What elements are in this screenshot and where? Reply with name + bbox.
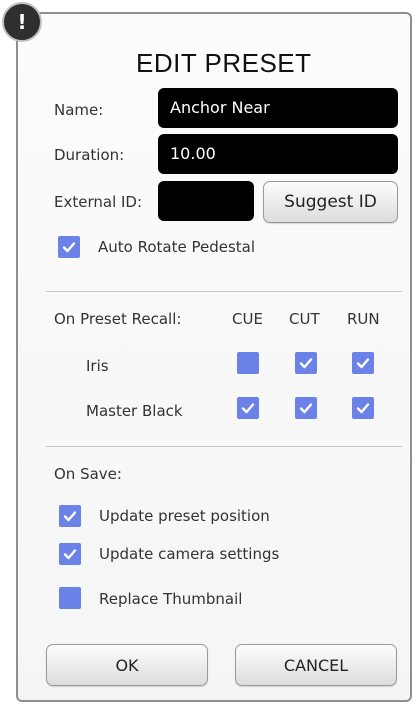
checkmark-icon xyxy=(63,549,77,560)
checkmark-icon xyxy=(62,242,76,253)
alert-icon: ! xyxy=(2,2,42,42)
divider xyxy=(46,446,402,447)
update-preset-position-checkbox[interactable] xyxy=(59,505,81,527)
ok-button-label: OK xyxy=(115,655,139,675)
recall-row-iris-label: Iris xyxy=(86,357,109,375)
update-camera-settings-label: Update camera settings xyxy=(99,545,280,563)
suggest-id-button-label: Suggest ID xyxy=(284,192,377,212)
checkmark-icon xyxy=(299,358,313,369)
master-black-cue-checkbox[interactable] xyxy=(237,397,259,419)
checkmark-icon xyxy=(63,511,77,522)
cancel-button[interactable]: CANCEL xyxy=(235,644,397,686)
external-id-field[interactable] xyxy=(158,181,254,221)
suggest-id-button[interactable]: Suggest ID xyxy=(263,181,398,223)
recall-heading: On Preset Recall: xyxy=(54,310,182,328)
recall-row-master-black-label: Master Black xyxy=(86,402,183,420)
replace-thumbnail-label: Replace Thumbnail xyxy=(99,590,243,608)
checkmark-icon xyxy=(356,358,370,369)
checkmark-icon xyxy=(356,403,370,414)
master-black-cut-checkbox[interactable] xyxy=(295,397,317,419)
cancel-button-label: CANCEL xyxy=(283,655,349,675)
name-field[interactable]: Anchor Near xyxy=(158,88,398,128)
auto-rotate-label: Auto Rotate Pedestal xyxy=(98,238,256,256)
ok-button[interactable]: OK xyxy=(46,644,208,686)
checkmark-icon xyxy=(299,403,313,414)
iris-cut-checkbox[interactable] xyxy=(295,352,317,374)
iris-cue-checkbox[interactable] xyxy=(237,352,259,374)
update-preset-position-label: Update preset position xyxy=(99,507,270,525)
alert-icon-glyph: ! xyxy=(17,10,27,34)
column-header-run: RUN xyxy=(347,310,380,328)
master-black-run-checkbox[interactable] xyxy=(352,397,374,419)
name-label: Name: xyxy=(54,101,104,119)
column-header-cut: CUT xyxy=(289,310,320,328)
checkmark-icon xyxy=(241,403,255,414)
auto-rotate-checkbox[interactable] xyxy=(58,236,80,258)
duration-label: Duration: xyxy=(54,146,125,164)
column-header-cue: CUE xyxy=(232,310,263,328)
divider xyxy=(46,291,402,292)
external-id-label: External ID: xyxy=(54,193,143,211)
duration-field[interactable]: 10.00 xyxy=(158,134,398,174)
dialog-title: EDIT PRESET xyxy=(136,48,312,78)
update-camera-settings-checkbox[interactable] xyxy=(59,543,81,565)
on-save-heading: On Save: xyxy=(54,465,122,483)
iris-run-checkbox[interactable] xyxy=(352,352,374,374)
replace-thumbnail-checkbox[interactable] xyxy=(59,587,81,609)
